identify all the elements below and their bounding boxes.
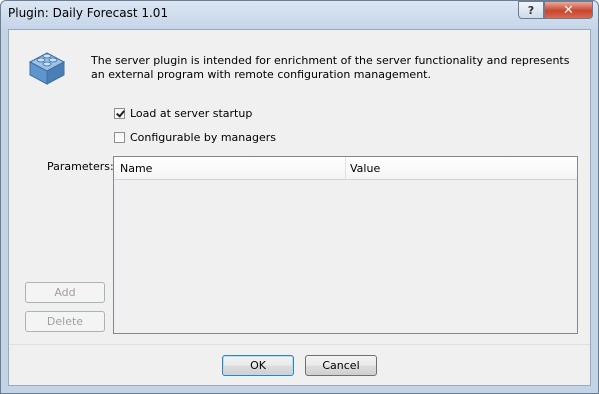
delete-parameter-button[interactable]: Delete	[25, 311, 105, 332]
plugin-description: The server plugin is intended for enrich…	[91, 54, 570, 81]
title-bar[interactable]: Plugin: Daily Forecast 1.01 ? ✕	[1, 1, 598, 25]
dialog-body: The server plugin is intended for enrich…	[8, 29, 591, 386]
column-header-value[interactable]: Value	[350, 162, 380, 175]
ok-button[interactable]: OK	[222, 355, 294, 376]
table-header: Name Value	[114, 157, 577, 180]
window-title: Plugin: Daily Forecast 1.01	[8, 6, 169, 20]
column-header-name[interactable]: Name	[120, 162, 152, 175]
load-at-startup-label: Load at server startup	[130, 107, 253, 120]
configurable-by-managers-checkbox[interactable]	[114, 132, 125, 143]
load-at-startup-option[interactable]: Load at server startup	[114, 107, 252, 120]
help-button[interactable]: ?	[518, 1, 544, 19]
add-parameter-button[interactable]: Add	[25, 282, 105, 303]
column-divider[interactable]	[345, 157, 346, 179]
parameters-table[interactable]: Name Value	[113, 156, 578, 334]
configurable-by-managers-option[interactable]: Configurable by managers	[114, 131, 276, 144]
configurable-by-managers-label: Configurable by managers	[130, 131, 276, 144]
load-at-startup-checkbox[interactable]	[114, 108, 125, 119]
dialog-window: Plugin: Daily Forecast 1.01 ? ✕ The serv…	[0, 0, 599, 394]
parameters-label: Parameters:	[47, 160, 114, 173]
footer-divider	[9, 344, 590, 345]
close-button[interactable]: ✕	[544, 1, 593, 19]
plugin-block-icon	[28, 52, 66, 85]
cancel-button[interactable]: Cancel	[305, 355, 377, 376]
